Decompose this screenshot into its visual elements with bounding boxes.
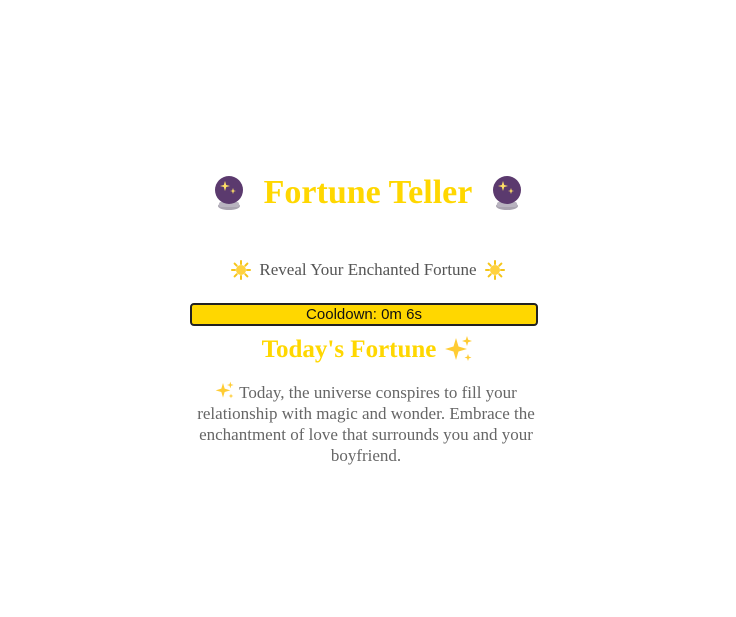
page-title: Fortune Teller [263,174,473,211]
fortune-teller-page: Fortune Teller Reveal Your Enchanted For… [0,0,736,617]
sparkles-icon [445,336,473,361]
cooldown-button[interactable]: Cooldown: 0m 6s [190,303,538,326]
crystal-ball-icon [493,176,522,210]
sun-icon [484,260,505,280]
fortune-message-text: Today, the universe conspires to fill yo… [197,383,535,465]
sun-icon [231,260,252,280]
fortune-message: Today, the universe conspires to fill yo… [188,381,544,466]
fortune-heading-text: Today's Fortune [261,336,437,363]
subtitle: Reveal Your Enchanted Fortune [0,258,736,282]
sparkles-icon [215,381,234,399]
header: Fortune Teller [0,172,736,214]
fortune-heading: Today's Fortune [0,333,736,367]
subtitle-text: Reveal Your Enchanted Fortune [259,260,477,279]
crystal-ball-icon [214,176,243,210]
